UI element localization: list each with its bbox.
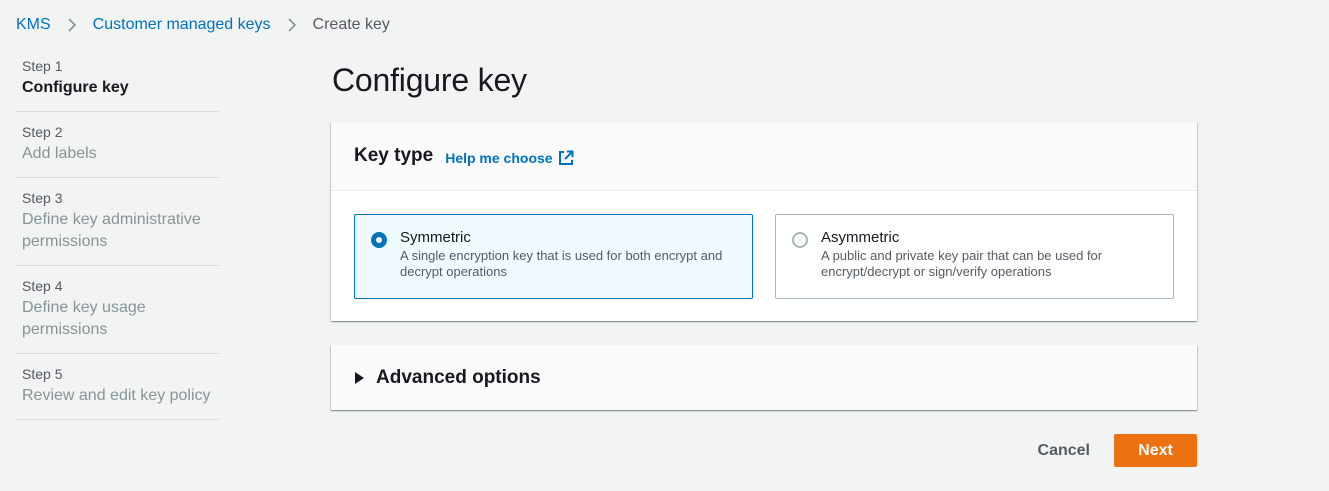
cancel-button[interactable]: Cancel: [1018, 435, 1110, 467]
asymmetric-description: A public and private key pair that can b…: [821, 248, 1103, 279]
help-link-label: Help me choose: [445, 149, 553, 166]
step-title: Define key administrative permissions: [22, 211, 201, 250]
advanced-options-panel: Advanced options: [331, 345, 1197, 410]
caret-right-icon: [355, 371, 364, 384]
step-number: Step 5: [22, 366, 63, 382]
chevron-right-icon: [271, 17, 313, 33]
wizard-step-2: Step 2 Add labels: [16, 112, 219, 178]
wizard-step-1: Step 1 Configure key: [16, 46, 219, 112]
asymmetric-label: Asymmetric: [821, 229, 900, 246]
breadcrumb-current: Create key: [312, 16, 390, 33]
wizard-step-4: Step 4 Define key usage permissions: [16, 266, 219, 354]
symmetric-label: Symmetric: [400, 229, 471, 246]
step-number: Step 4: [22, 278, 63, 294]
step-title: Review and edit key policy: [22, 387, 211, 404]
key-type-header: Key type Help me choose: [331, 122, 1197, 191]
breadcrumb-customer-managed-keys-link[interactable]: Customer managed keys: [93, 16, 271, 34]
asymmetric-option-tile[interactable]: Asymmetric A public and private key pair…: [775, 214, 1174, 299]
wizard-step-3: Step 3 Define key administrative permiss…: [16, 178, 219, 266]
symmetric-option-tile[interactable]: Symmetric A single encryption key that i…: [354, 214, 753, 299]
step-number: Step 2: [22, 124, 63, 140]
key-type-options: Symmetric A single encryption key that i…: [354, 214, 1174, 299]
step-title: Define key usage permissions: [22, 299, 146, 338]
key-type-panel: Key type Help me choose Symmetric A sing…: [331, 122, 1197, 321]
wizard-actions: Cancel Next: [1018, 434, 1197, 467]
asymmetric-radio[interactable]: [792, 232, 808, 248]
breadcrumb: KMS Customer managed keys Create key: [16, 14, 390, 36]
advanced-options-label: Advanced options: [376, 366, 541, 388]
wizard-step-5: Step 5 Review and edit key policy: [16, 354, 219, 420]
external-link-icon: [558, 150, 574, 165]
symmetric-description: A single encryption key that is used for…: [400, 248, 723, 279]
key-type-title: Key type: [354, 145, 434, 166]
step-title: Add labels: [22, 145, 97, 162]
next-button[interactable]: Next: [1114, 434, 1197, 467]
step-number: Step 3: [22, 190, 63, 206]
help-me-choose-link[interactable]: Help me choose: [445, 149, 574, 166]
breadcrumb-kms-link[interactable]: KMS: [16, 16, 51, 34]
symmetric-radio[interactable]: [371, 232, 387, 248]
page-title: Configure key: [332, 62, 527, 98]
advanced-options-toggle[interactable]: Advanced options: [355, 367, 541, 389]
step-number: Step 1: [22, 58, 63, 74]
chevron-right-icon: [51, 17, 93, 33]
wizard-steps: Step 1 Configure key Step 2 Add labels S…: [16, 46, 219, 420]
step-title: Configure key: [22, 79, 129, 96]
